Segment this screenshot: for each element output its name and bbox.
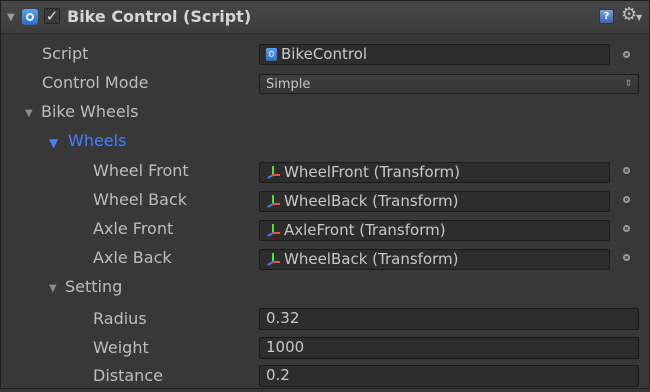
wheel-front-field[interactable]: WheelFront (Transform) <box>259 162 610 183</box>
setting-label: Setting <box>65 277 123 296</box>
component-header[interactable]: ▼ ✓ Bike Control (Script) ? ⚙ ▼ <box>1 1 649 34</box>
control-mode-value: Simple <box>266 77 311 92</box>
weight-value: 1000 <box>266 338 305 356</box>
object-picker-icon[interactable] <box>623 51 630 58</box>
wheel-back-row: Wheel Back WheelBack (Transform) <box>1 186 649 215</box>
transform-icon <box>266 252 280 266</box>
wheel-front-label: Wheel Front <box>93 161 189 180</box>
bike-wheels-label: Bike Wheels <box>41 102 139 121</box>
axle-back-label: Axle Back <box>93 248 172 267</box>
object-picker-icon[interactable] <box>623 196 630 203</box>
foldout-arrow-icon[interactable]: ▼ <box>49 136 58 150</box>
bike-control-inspector: ▼ ✓ Bike Control (Script) ? ⚙ ▼ Script B… <box>0 0 650 389</box>
axle-back-row: Axle Back WheelBack (Transform) <box>1 244 649 273</box>
help-icon[interactable]: ? <box>599 9 614 24</box>
radius-value: 0.32 <box>266 309 300 327</box>
weight-row: Weight 1000 <box>1 335 649 364</box>
distance-label: Distance <box>93 366 163 385</box>
wheels-foldout[interactable]: ▼ Wheels <box>1 128 649 157</box>
script-asset-icon <box>266 48 277 61</box>
wheel-back-label: Wheel Back <box>93 190 188 209</box>
axle-front-label: Axle Front <box>93 219 174 238</box>
distance-value: 0.2 <box>266 366 290 384</box>
wheel-back-field[interactable]: WheelBack (Transform) <box>259 191 610 212</box>
object-picker-icon[interactable] <box>623 225 630 232</box>
distance-row: Distance 0.2 <box>1 363 649 392</box>
script-row: Script BikeControl <box>1 41 649 70</box>
component-title: Bike Control (Script) <box>67 7 252 26</box>
bike-wheels-foldout[interactable]: ▼ Bike Wheels <box>1 99 649 128</box>
radius-field[interactable]: 0.32 <box>259 308 639 330</box>
radius-row: Radius 0.32 <box>1 306 649 335</box>
foldout-arrow-icon[interactable]: ▼ <box>25 108 33 119</box>
distance-field[interactable]: 0.2 <box>259 365 639 387</box>
object-picker-icon[interactable] <box>623 254 630 261</box>
script-field-value: BikeControl <box>281 45 368 63</box>
axle-front-field[interactable]: AxleFront (Transform) <box>259 220 610 241</box>
control-mode-dropdown[interactable]: Simple ⇕ <box>259 74 639 94</box>
transform-icon <box>266 223 280 237</box>
object-picker-icon[interactable] <box>623 167 630 174</box>
weight-field[interactable]: 1000 <box>259 337 639 359</box>
enabled-checkbox[interactable]: ✓ <box>44 8 60 24</box>
script-component-icon <box>22 9 38 25</box>
radius-label: Radius <box>93 309 147 328</box>
setting-foldout[interactable]: ▼ Setting <box>1 274 649 303</box>
axle-front-row: Axle Front AxleFront (Transform) <box>1 215 649 244</box>
dropdown-arrow-icon[interactable]: ▼ <box>636 13 642 22</box>
axle-back-value: WheelBack (Transform) <box>284 250 459 268</box>
script-label: Script <box>42 44 89 63</box>
foldout-arrow-icon[interactable]: ▼ <box>7 12 15 23</box>
control-mode-label: Control Mode <box>42 73 149 92</box>
control-mode-row: Control Mode Simple ⇕ <box>1 70 649 99</box>
foldout-arrow-icon[interactable]: ▼ <box>49 283 57 294</box>
script-field[interactable]: BikeControl <box>259 44 610 65</box>
wheel-front-value: WheelFront (Transform) <box>284 163 460 181</box>
updown-arrows-icon: ⇕ <box>624 79 632 89</box>
transform-icon <box>266 194 280 208</box>
wheels-label: Wheels <box>68 131 127 150</box>
wheel-front-row: Wheel Front WheelFront (Transform) <box>1 157 649 186</box>
axle-back-field[interactable]: WheelBack (Transform) <box>259 249 610 270</box>
wheel-back-value: WheelBack (Transform) <box>284 192 459 210</box>
gear-icon[interactable]: ⚙ <box>621 4 637 25</box>
weight-label: Weight <box>93 338 149 357</box>
axle-front-value: AxleFront (Transform) <box>284 221 446 239</box>
transform-icon <box>266 165 280 179</box>
